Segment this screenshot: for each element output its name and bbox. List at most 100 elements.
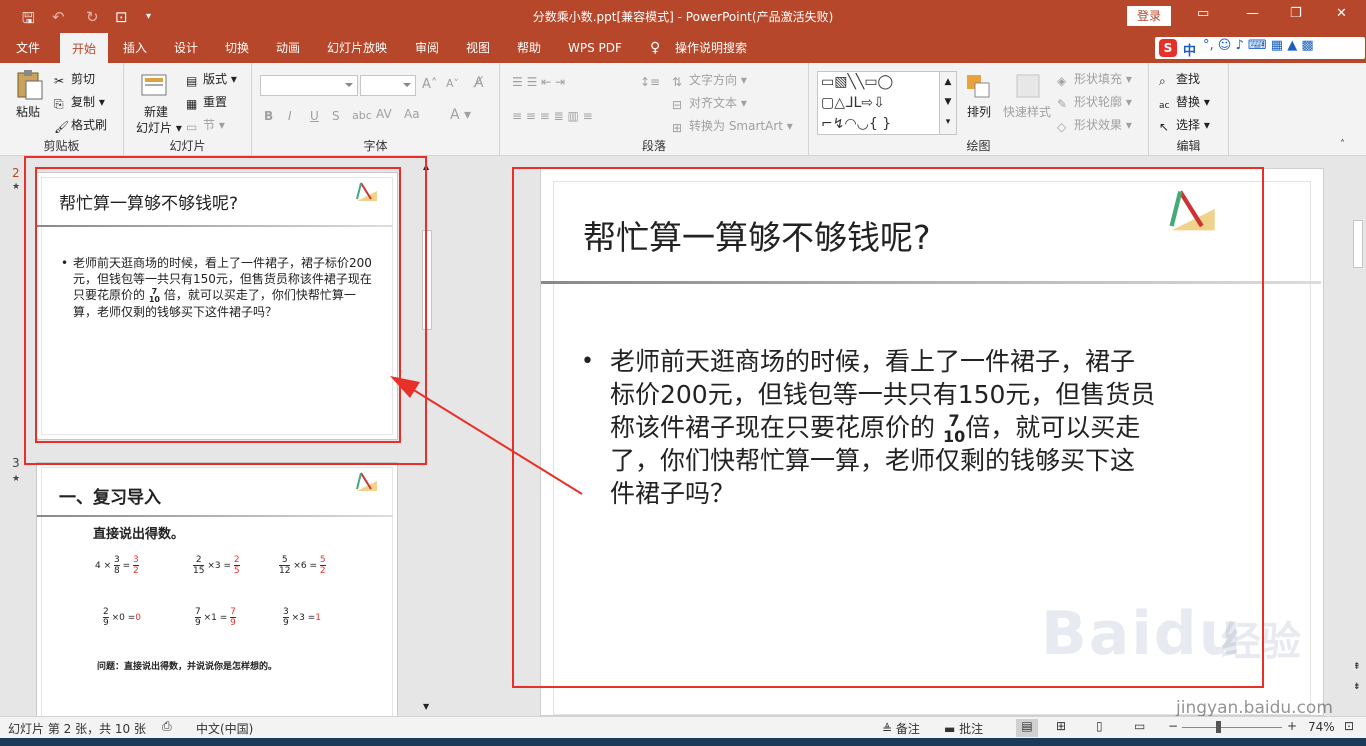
tab-insert[interactable]: 插入 <box>123 33 147 63</box>
slide-thumbnail-2[interactable]: 帮忙算一算够不够钱呢? • 老师前天逛商场的时候，看上了一件裙子，裙子标价200… <box>36 172 398 440</box>
font-name-dropdown[interactable] <box>260 75 358 96</box>
close-icon[interactable]: ✕ <box>1336 6 1347 21</box>
quick-styles-icon[interactable] <box>1013 71 1043 103</box>
line-spacing-icon[interactable]: ↕≡ <box>640 75 660 89</box>
tab-design[interactable]: 设计 <box>174 33 198 63</box>
clear-format-icon[interactable]: A̸ <box>474 75 484 91</box>
scroll-thumb[interactable] <box>1353 220 1363 268</box>
reset-button[interactable]: ▦ 重置 <box>186 93 227 111</box>
comments-button[interactable]: ▬ 批注 <box>944 720 983 737</box>
zoom-slider-handle[interactable] <box>1216 721 1221 733</box>
bullets-icon[interactable]: ☰ ☰ ⇤ ⇥ <box>512 75 565 89</box>
reset-icon: ▦ <box>186 97 198 111</box>
italic-button[interactable]: I <box>288 109 292 123</box>
convert-smartart-button[interactable]: ⊞ 转换为 SmartArt ▾ <box>672 117 793 135</box>
replace-button[interactable]: ac 替换 ▾ <box>1159 93 1210 115</box>
change-case-icon[interactable]: Aa <box>404 107 420 121</box>
shrink-font-icon[interactable]: A˅ <box>446 77 459 90</box>
fit-slide-icon[interactable]: ⊡ <box>1344 719 1354 733</box>
normal-view-icon[interactable]: ▤ <box>1016 719 1038 737</box>
editor-scrollbar[interactable]: ⇞ ⇟ <box>1350 156 1366 716</box>
tab-file[interactable]: 文件 <box>16 33 40 63</box>
spelling-icon[interactable]: ⎙ <box>162 719 172 734</box>
language-status[interactable]: 中文(中国) <box>196 720 253 737</box>
zoom-slider[interactable] <box>1182 727 1282 728</box>
tab-animations[interactable]: 动画 <box>276 33 300 63</box>
minimize-icon[interactable]: — <box>1246 6 1259 21</box>
cut-button[interactable]: ✂ 剪切 <box>54 70 95 88</box>
tab-view[interactable]: 视图 <box>466 33 490 63</box>
scroll-up-icon[interactable]: ▲ <box>423 162 429 171</box>
slide-number: 2 <box>12 166 20 180</box>
lightbulb-icon: ♀ <box>650 40 661 56</box>
select-button[interactable]: ↖ 选择 ▾ <box>1159 116 1210 134</box>
tell-me-search[interactable]: 操作说明搜索 <box>675 33 747 63</box>
scroll-down-icon[interactable]: ▼ <box>423 702 429 711</box>
new-slide-dropdown[interactable]: 幻灯片 ▾ <box>136 119 182 136</box>
underline-button[interactable]: U <box>310 109 319 123</box>
restore-icon[interactable]: ❐ <box>1290 6 1302 21</box>
paste-icon[interactable] <box>14 69 44 101</box>
tab-transitions[interactable]: 切换 <box>225 33 249 63</box>
slide-sorter-icon[interactable]: ⊞ <box>1056 719 1066 733</box>
section-button[interactable]: ▭ 节 ▾ <box>186 116 225 134</box>
next-slide-icon[interactable]: ⇟ <box>1353 682 1361 692</box>
arrange-icon[interactable] <box>965 71 995 103</box>
tab-home[interactable]: 开始 <box>60 33 109 63</box>
char-spacing-icon[interactable]: AV <box>376 107 392 121</box>
slide-thumbnail-3[interactable]: 一、复习导入 直接说出得数。 4 × 38 = 32 2 15 ×3 = 25 5… <box>36 462 398 716</box>
compass-ruler-icon <box>1169 190 1215 231</box>
format-painter-button[interactable]: 🖌 格式刷 <box>54 116 107 134</box>
ime-toolbar[interactable]: S 中 °, ☺ ♪ ⌨ ▦ ▲ ▩ <box>1155 37 1365 59</box>
strikethrough-button[interactable]: S <box>332 109 340 123</box>
align-icons[interactable]: ≡ ≡ ≡ ≣ ▥ ≡ <box>512 109 593 123</box>
arrange-button[interactable]: 排列 <box>967 103 991 120</box>
shape-outline-button[interactable]: ✎ 形状轮廓 ▾ <box>1057 93 1132 111</box>
find-button[interactable]: ⌕ 查找 <box>1159 70 1200 88</box>
group-slides: 新建 幻灯片 ▾ ▤ 版式 ▾ ▦ 重置 ▭ 节 ▾ 幻灯片 <box>124 63 252 156</box>
ribbon-display-icon[interactable]: ▭ <box>1197 6 1209 21</box>
copy-icon: ⎘ <box>54 97 64 111</box>
group-editing: ⌕ 查找 ac 替换 ▾ ↖ 选择 ▾ 编辑 <box>1149 63 1229 156</box>
shape-effects-button[interactable]: ◇ 形状效果 ▾ <box>1057 116 1132 134</box>
copy-button[interactable]: ⎘ 复制 ▾ <box>54 93 105 111</box>
login-button[interactable]: 登录 <box>1127 6 1171 26</box>
scroll-thumb[interactable] <box>422 230 432 330</box>
zoom-level[interactable]: 74% <box>1308 720 1335 734</box>
zoom-in-icon[interactable]: + <box>1287 719 1297 733</box>
layout-button[interactable]: ▤ 版式 ▾ <box>186 70 237 88</box>
slide-title[interactable]: 帮忙算一算够不够钱呢? <box>583 211 931 259</box>
notes-button[interactable]: ≜ 备注 <box>882 720 920 737</box>
group-font: A˄ A˅ A̸ B I U S abc AV Aa A ▾ 字体 <box>252 63 500 156</box>
collapse-ribbon-icon[interactable]: ˄ <box>1340 139 1345 150</box>
shape-fill-button[interactable]: ◈ 形状填充 ▾ <box>1057 70 1132 88</box>
title-bar: 🖫 ↶ ↻ ⊡ ▾ 分数乘小数.ppt[兼容模式] - PowerPoint(产… <box>0 0 1366 33</box>
tab-help[interactable]: 帮助 <box>517 33 541 63</box>
bold-button[interactable]: B <box>264 109 273 123</box>
align-text-button[interactable]: ⊟ 对齐文本 ▾ <box>672 94 747 112</box>
shapes-gallery-scroll[interactable]: ▲ ▼ ▾ <box>939 71 957 135</box>
new-slide-button[interactable]: 新建 <box>144 103 168 120</box>
font-color-icon[interactable]: A ▾ <box>450 107 471 123</box>
shadow-icon[interactable]: abc <box>352 109 372 122</box>
shapes-gallery[interactable]: ▭▧╲╲▭◯ ▢△ᒧᒪ⇨⇩ ⌐↯◠◡{ } <box>817 71 957 135</box>
grow-font-icon[interactable]: A˄ <box>422 77 437 92</box>
tab-review[interactable]: 审阅 <box>415 33 439 63</box>
tab-wps-pdf[interactable]: WPS PDF <box>568 33 622 63</box>
slideshow-view-icon[interactable]: ▭ <box>1134 719 1145 733</box>
zoom-out-icon[interactable]: − <box>1168 719 1178 733</box>
font-label: 字体 <box>363 139 388 153</box>
reading-view-icon[interactable]: ▯ <box>1096 719 1103 733</box>
new-slide-icon[interactable] <box>140 69 170 101</box>
current-slide[interactable]: 帮忙算一算够不够钱呢? Baidu 经验 • 老师前天逛商场的时候，看上了一件裙… <box>540 168 1324 716</box>
prev-slide-icon[interactable]: ⇞ <box>1353 662 1361 672</box>
effects-icon: ◇ <box>1057 120 1067 134</box>
quick-styles-button[interactable]: 快速样式 <box>1003 103 1051 120</box>
group-paragraph: ☰ ☰ ⇤ ⇥ ↕≡ ⇅ 文字方向 ▾ ⊟ 对齐文本 ▾ ⊞ 转换为 SmartArt… <box>500 63 809 156</box>
font-size-dropdown[interactable] <box>360 75 416 96</box>
slide-fraction: 7 10 <box>942 411 966 446</box>
text-direction-button[interactable]: ⇅ 文字方向 ▾ <box>672 71 747 89</box>
paste-button[interactable]: 粘贴 <box>16 103 40 120</box>
tab-slideshow[interactable]: 幻灯片放映 <box>327 33 387 63</box>
status-bar: 幻灯片 第 2 张，共 10 张 ⎙ 中文(中国) ≜ 备注 ▬ 批注 ▤ ⊞ … <box>0 716 1366 738</box>
